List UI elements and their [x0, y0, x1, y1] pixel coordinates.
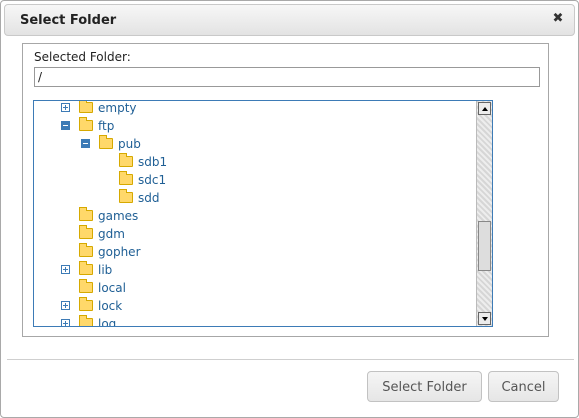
tree-item-gdm[interactable]: gdm: [34, 225, 474, 243]
tree-item-lock[interactable]: lock: [34, 297, 474, 315]
tree-item-pub[interactable]: pub: [34, 135, 474, 153]
collapse-icon[interactable]: [81, 139, 90, 148]
folder-icon: [79, 297, 93, 311]
tree-item-empty[interactable]: empty: [34, 101, 474, 117]
tree-item-lib[interactable]: lib: [34, 261, 474, 279]
scroll-thumb[interactable]: [478, 221, 491, 271]
folder-icon: [79, 279, 93, 293]
select-folder-button[interactable]: Select Folder: [367, 371, 482, 402]
cancel-button[interactable]: Cancel: [488, 371, 559, 402]
folder-panel: Selected Folder: empty ftppub sdb1 sdc1 sdd g…: [22, 43, 549, 337]
tree-item-sdd[interactable]: sdd: [34, 189, 474, 207]
folder-icon: [79, 243, 93, 257]
tree-item-sdb1[interactable]: sdb1: [34, 153, 474, 171]
select-folder-dialog: Select Folder ✖ Selected Folder: empty ft…: [0, 0, 579, 418]
expand-icon[interactable]: [61, 301, 70, 310]
folder-icon: [119, 153, 133, 167]
tree-item-label: sdd: [138, 191, 160, 205]
folder-icon: [79, 207, 93, 221]
dialog-titlebar[interactable]: Select Folder ✖: [4, 4, 575, 36]
tree-item-label: sdc1: [138, 173, 167, 187]
tree-scrollbar[interactable]: [476, 101, 492, 326]
expand-icon[interactable]: [61, 319, 70, 326]
tree-item-label: empty: [98, 101, 137, 115]
expand-icon[interactable]: [61, 265, 70, 274]
tree-item-label: log: [98, 317, 117, 327]
scroll-down-button[interactable]: [478, 312, 491, 325]
folder-icon: [79, 225, 93, 239]
tree-item-sdc1[interactable]: sdc1: [34, 171, 474, 189]
folder-icon: [79, 261, 93, 275]
scroll-up-button[interactable]: [478, 102, 491, 115]
folder-icon: [119, 189, 133, 203]
folder-icon: [79, 101, 93, 113]
tree-item-label: lib: [98, 263, 113, 277]
expand-icon[interactable]: [61, 103, 70, 112]
tree-item-label: sdb1: [138, 155, 168, 169]
folder-tree: empty ftp pub sdb1 sdc1 sdd games gdm gopher lib l…: [33, 100, 493, 327]
tree-item-label: gdm: [98, 227, 125, 241]
folder-icon: [99, 135, 113, 149]
tree-item-label: pub: [118, 137, 141, 151]
tree-item-label: lock: [98, 299, 123, 313]
tree-item-ftp[interactable]: ftp: [34, 117, 474, 135]
selected-folder-label: Selected Folder:: [34, 50, 131, 64]
folder-icon: [79, 315, 93, 326]
dialog-title: Select Folder: [20, 13, 117, 28]
tree-item-local[interactable]: local: [34, 279, 474, 297]
tree-item-label: ftp: [98, 119, 115, 133]
tree-item-gopher[interactable]: gopher: [34, 243, 474, 261]
selected-folder-input[interactable]: [34, 67, 540, 87]
folder-icon: [79, 117, 93, 131]
close-icon[interactable]: ✖: [551, 12, 565, 26]
tree-item-label: local: [98, 281, 126, 295]
footer-divider: [7, 359, 574, 360]
tree-item-log[interactable]: log: [34, 315, 474, 327]
tree-item-games[interactable]: games: [34, 207, 474, 225]
tree-item-label: games: [98, 209, 139, 223]
collapse-icon[interactable]: [61, 121, 70, 130]
tree-item-label: gopher: [98, 245, 141, 259]
folder-icon: [119, 171, 133, 185]
